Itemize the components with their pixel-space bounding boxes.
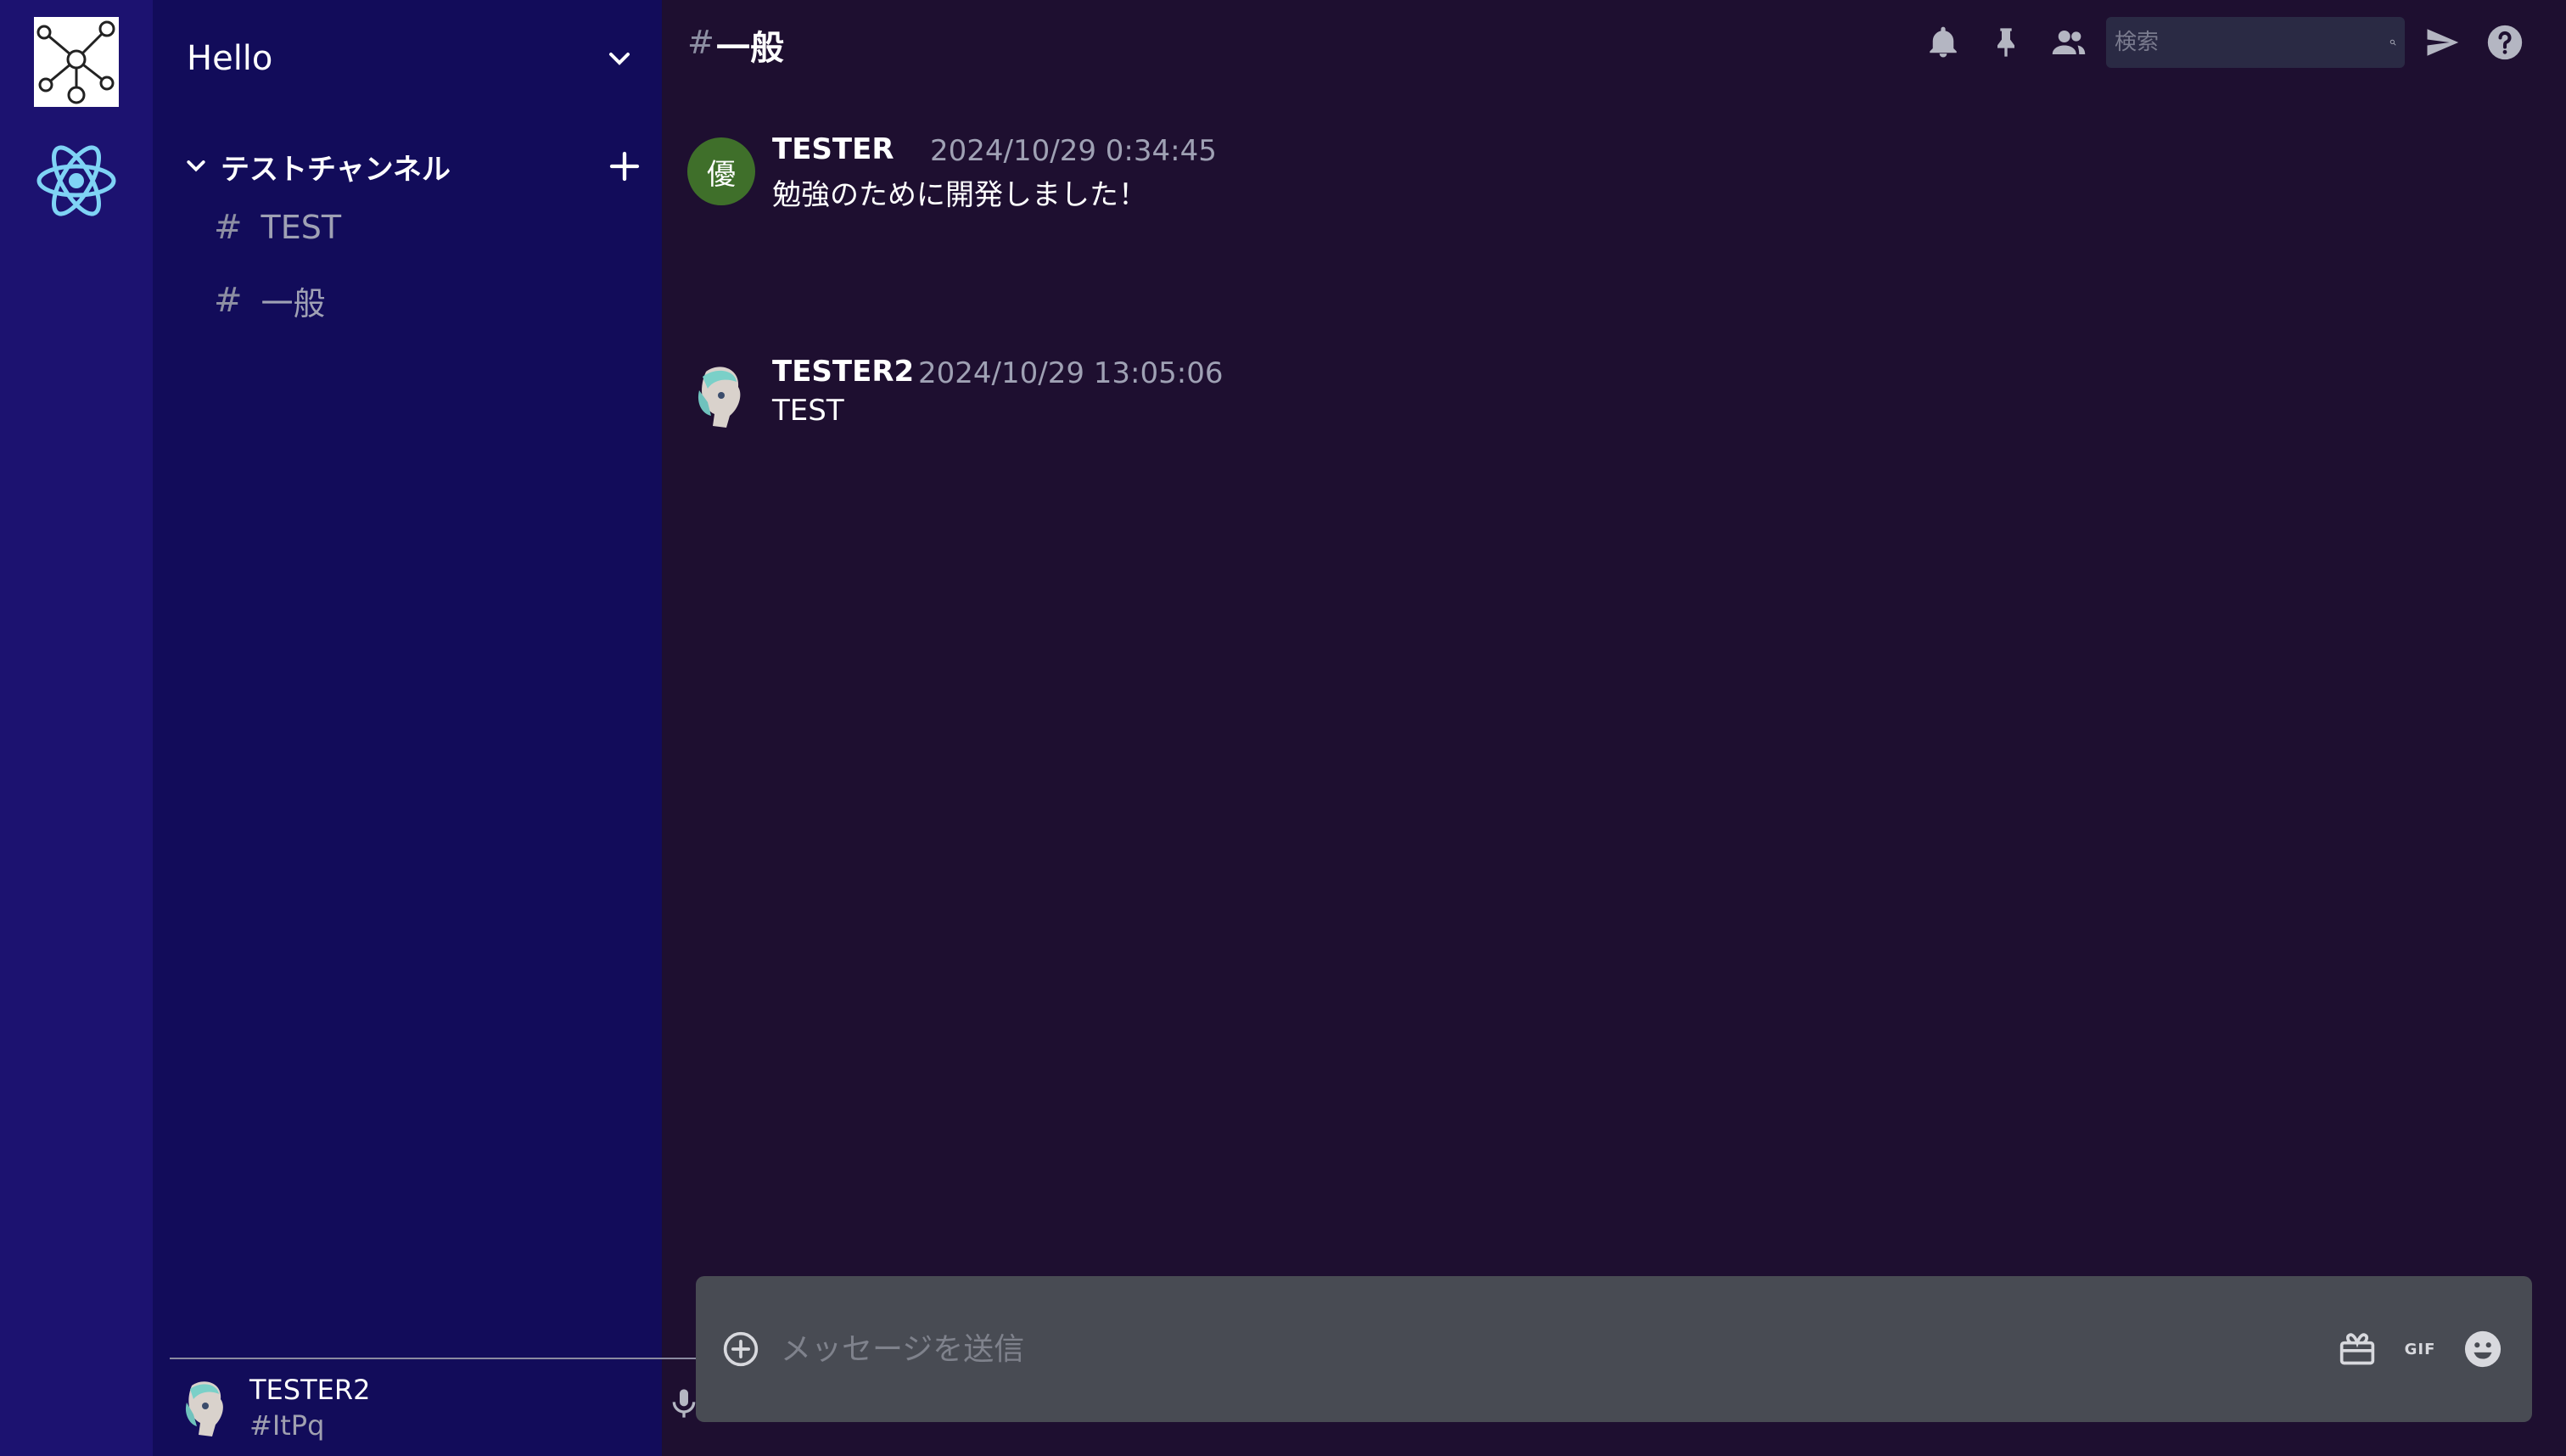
channel-hash-icon: # [687,24,714,61]
user-name: TESTER2 [249,1374,371,1406]
gif-button[interactable]: GIF [2400,1329,2440,1369]
category-label: テストチャンネル [221,152,451,187]
chevron-down-icon[interactable] [183,154,209,179]
message-timestamp: 2024/10/29 13:05:06 [918,356,1224,390]
channel-hash-icon: # [214,208,243,247]
inbox-button[interactable] [2417,17,2468,68]
search-input[interactable] [2115,30,2390,55]
message-text: TEST [772,394,844,428]
members-icon [2052,31,2086,54]
search-box[interactable] [2106,17,2405,68]
bell-icon [1930,26,1957,58]
channel-category[interactable]: テストチャンネル [183,143,642,190]
channel-name: TEST [261,209,342,246]
server-rail [0,0,153,1456]
page-title: 一般 [716,29,784,68]
search-icon[interactable] [2390,25,2396,59]
server-graph-button[interactable] [34,17,119,107]
server-react-button[interactable] [34,136,119,226]
plus-circle-icon [723,1331,759,1367]
server-header[interactable]: Hello [187,29,636,88]
network-graph-icon [36,20,115,104]
gift-icon [2339,1333,2375,1365]
pin-icon [1997,28,2014,57]
gift-button[interactable] [2337,1329,2378,1369]
emoji-icon [2464,1330,2502,1368]
server-name: Hello [187,39,273,78]
header-toolbar [1918,17,2542,68]
gif-label: GIF [2404,1340,2436,1358]
avatar[interactable]: 優 [687,137,755,205]
message-item: 優 TESTER 2024/10/29 0:34:45 勉強のために開発しました… [687,132,1960,217]
react-atom-icon [36,145,116,216]
channel-sidebar: Hello テストチャンネル # TEST # 一般 TESTER2 #ItPq [153,0,798,1456]
add-channel-icon[interactable] [608,149,642,183]
pinned-messages-button[interactable] [1981,17,2031,68]
channel-item-test[interactable]: # TEST [214,202,604,253]
member-list-button[interactable] [2043,17,2094,68]
attach-button[interactable] [720,1328,762,1370]
help-icon [2487,25,2523,60]
message-timestamp: 2024/10/29 0:34:45 [930,134,1217,168]
avatar[interactable] [687,360,755,428]
user-tag: #ItPq [249,1409,325,1442]
message-input[interactable] [781,1331,2337,1367]
channel-item-general[interactable]: # 一般 [214,275,604,326]
message-author[interactable]: TESTER [772,132,894,166]
message-item: TESTER2 2024/10/29 13:05:06 TEST [687,355,1960,440]
avatar[interactable] [178,1377,233,1438]
channel-name: 一般 [261,284,326,322]
emoji-button[interactable] [2462,1329,2503,1369]
message-author[interactable]: TESTER2 [772,355,914,389]
send-icon [2427,29,2459,56]
chevron-down-icon[interactable] [602,42,636,76]
chat-header: # 一般 [662,0,2566,88]
message-text: 勉強のために開発しました！ [772,178,1147,212]
notification-button[interactable] [1918,17,1969,68]
message-composer: GIF [696,1276,2532,1422]
help-button[interactable] [2479,17,2530,68]
channel-hash-icon: # [214,281,243,320]
